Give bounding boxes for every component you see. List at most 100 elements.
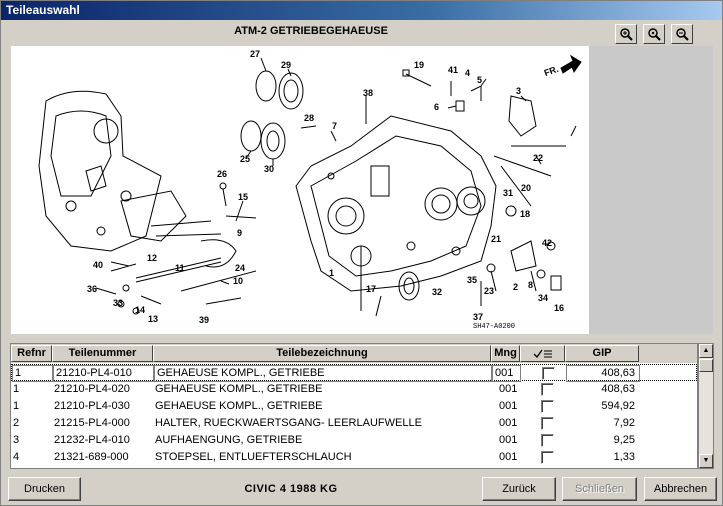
diagram-callout[interactable]: 1 xyxy=(329,268,334,278)
diagram-callout[interactable]: 6 xyxy=(434,102,439,112)
diagram-callout[interactable]: 9 xyxy=(237,228,242,238)
cell-refnr: 1 xyxy=(13,383,20,395)
cell-mng: 001 xyxy=(499,451,518,463)
row-checkbox[interactable] xyxy=(541,383,554,396)
cell-teilenummer: 21232-PL4-010 xyxy=(54,434,130,446)
diagram-callout[interactable]: 22 xyxy=(533,153,543,163)
diagram-callout[interactable]: 41 xyxy=(448,65,458,75)
diagram-callout[interactable]: 36 xyxy=(87,284,97,294)
row-checkbox[interactable] xyxy=(541,417,554,430)
diagram-callout[interactable]: 10 xyxy=(233,276,243,286)
diagram-callout[interactable]: 27 xyxy=(250,49,260,59)
diagram-callout[interactable]: 16 xyxy=(554,303,564,313)
cell-gip: 594,92 xyxy=(601,400,635,412)
zoom-out-button[interactable] xyxy=(671,24,693,44)
col-gip[interactable]: GIP xyxy=(565,345,639,362)
cell-mng: 001 xyxy=(499,434,518,446)
cell-bezeichnung: STOEPSEL, ENTLUEFTERSCHLAUCH xyxy=(155,451,352,463)
diagram-callout[interactable]: 14 xyxy=(135,305,145,315)
drawing-code: SH47-A0200 xyxy=(473,323,516,331)
diagram-callout[interactable]: 35 xyxy=(467,275,477,285)
col-teilenummer[interactable]: Teilenummer xyxy=(52,345,153,362)
diagram-callout[interactable]: 39 xyxy=(199,315,209,325)
cancel-button[interactable]: Abbrechen xyxy=(644,477,717,501)
cell-bezeichnung: AUFHAENGUNG, GETRIEBE xyxy=(155,434,303,446)
cell-teilenummer: 21210-PL4-020 xyxy=(54,383,130,395)
table-row[interactable]: 4 21321-689-000 STOEPSEL, ENTLUEFTERSCHL… xyxy=(11,449,697,466)
diagram-callout[interactable]: 21 xyxy=(491,234,501,244)
table-row[interactable]: 3 21232-PL4-010 AUFHAENGUNG, GETRIEBE 00… xyxy=(11,432,697,449)
zoom-in-button[interactable] xyxy=(615,24,637,44)
diagram-callout[interactable]: 3 xyxy=(516,86,521,96)
exploded-parts-diagram[interactable]: 27 29 41 4 5 19 38 6 3 FR. 28 25 30 7 26… xyxy=(11,46,589,334)
diagram-callout[interactable]: 29 xyxy=(281,60,291,70)
diagram-callout[interactable]: 17 xyxy=(366,284,376,294)
diagram-callout[interactable]: 12 xyxy=(147,253,157,263)
diagram-callout[interactable]: 15 xyxy=(238,192,248,202)
diagram-callout[interactable]: 18 xyxy=(520,209,530,219)
cell-gip: 1,33 xyxy=(613,451,635,463)
cell-bezeichnung: GEHAEUSE KOMPL., GETRIEBE xyxy=(154,365,492,382)
back-button[interactable]: Zurück xyxy=(482,477,556,501)
diagram-callout[interactable]: 2 xyxy=(513,282,518,292)
row-checkbox[interactable] xyxy=(541,451,554,464)
diagram-callout[interactable]: 28 xyxy=(304,113,314,123)
list-check-icon xyxy=(533,349,552,359)
diagram-callout[interactable]: 30 xyxy=(264,164,274,174)
row-checkbox[interactable] xyxy=(541,400,554,413)
diagram-callout[interactable]: 5 xyxy=(477,75,482,85)
col-select[interactable] xyxy=(520,345,565,362)
table-scrollbar[interactable]: ▲ ▼ xyxy=(698,343,714,469)
zoom-fit-icon xyxy=(648,28,661,41)
diagram-callout[interactable]: 4 xyxy=(465,68,470,78)
table-row[interactable]: 1 21210-PL4-020 GEHAEUSE KOMPL., GETRIEB… xyxy=(11,381,697,398)
row-checkbox[interactable] xyxy=(541,434,554,447)
diagram-callout[interactable]: 25 xyxy=(240,154,250,164)
cell-gip: 9,25 xyxy=(613,434,635,446)
cell-mng: 001 xyxy=(499,417,518,429)
diagram-callout[interactable]: 11 xyxy=(175,263,185,273)
diagram-callout[interactable]: 34 xyxy=(538,293,548,303)
cell-teilenummer: 21215-PL4-000 xyxy=(54,417,130,429)
table-row[interactable]: 1 21210-PL4-010 GEHAEUSE KOMPL., GETRIEB… xyxy=(11,364,697,382)
cell-mng: 001 xyxy=(492,365,521,382)
cell-gip: 408,63 xyxy=(601,383,635,395)
cell-bezeichnung: HALTER, RUECKWAERTSGANG- LEERLAUFWELLE xyxy=(155,417,422,429)
diagram-callout[interactable]: 33 xyxy=(113,298,123,308)
diagram-callout[interactable]: 38 xyxy=(363,88,373,98)
diagram-side-panel xyxy=(589,46,713,334)
zoom-out-icon xyxy=(676,28,689,41)
diagram-title: ATM-2 GETRIEBEGEHAEUSE xyxy=(234,25,388,37)
diagram-callout[interactable]: 32 xyxy=(432,287,442,297)
diagram-callout[interactable]: 26 xyxy=(217,169,227,179)
scroll-down-button[interactable]: ▼ xyxy=(699,454,713,468)
table-row[interactable]: 2 21215-PL4-000 HALTER, RUECKWAERTSGANG-… xyxy=(11,415,697,432)
cell-teilenummer: 21210-PL4-010 xyxy=(53,365,154,382)
table-row[interactable]: 1 21210-PL4-030 GEHAEUSE KOMPL., GETRIEB… xyxy=(11,398,697,415)
print-button[interactable]: Drucken xyxy=(8,477,81,501)
diagram-callout[interactable]: 31 xyxy=(503,188,513,198)
diagram-callout[interactable]: 23 xyxy=(484,286,494,296)
diagram-callout[interactable]: 20 xyxy=(521,183,531,193)
scroll-thumb[interactable] xyxy=(699,359,713,372)
close-button[interactable]: Schließen xyxy=(562,477,637,501)
row-checkbox[interactable] xyxy=(542,367,555,380)
diagram-callout[interactable]: 40 xyxy=(93,260,103,270)
diagram-callout[interactable]: 13 xyxy=(148,314,158,324)
cell-gip: 408,63 xyxy=(566,365,640,382)
diagram-callout[interactable]: 19 xyxy=(414,60,424,70)
diagram-callout[interactable]: 7 xyxy=(332,121,337,131)
diagram-callout[interactable]: 8 xyxy=(528,280,533,290)
col-mng[interactable]: Mng xyxy=(491,345,520,362)
diagram-callout[interactable]: 42 xyxy=(542,238,552,248)
col-refnr[interactable]: Refnr xyxy=(11,345,52,362)
diagram-callout[interactable]: 24 xyxy=(235,263,245,273)
parts-selection-window: Teileauswahl ATM-2 GETRIEBEGEHAEUSE 27 2… xyxy=(0,0,723,506)
zoom-fit-button[interactable] xyxy=(643,24,665,44)
cell-refnr: 2 xyxy=(13,417,20,429)
col-bezeichnung[interactable]: Teilebezeichnung xyxy=(153,345,491,362)
cell-gip: 7,92 xyxy=(613,417,635,429)
diagram-callout[interactable]: 37 xyxy=(473,312,483,322)
cell-refnr: 1 xyxy=(13,400,20,412)
scroll-up-button[interactable]: ▲ xyxy=(699,344,713,358)
